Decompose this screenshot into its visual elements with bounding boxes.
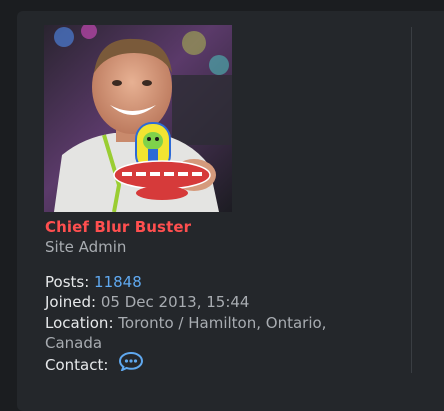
joined-label: Joined: (45, 293, 97, 311)
avatar-image (44, 25, 232, 212)
joined-value: 05 Dec 2013, 15:44 (100, 293, 250, 311)
location-row: Location: Toronto / Hamilton, Ontario, (45, 313, 326, 333)
contact-row: Contact: (45, 351, 144, 376)
posts-label: Posts: (45, 273, 90, 291)
contact-label: Contact: (45, 356, 109, 374)
joined-row: Joined: 05 Dec 2013, 15:44 (45, 292, 249, 312)
location-label: Location: (45, 314, 114, 332)
posts-row: Posts: 11848 (45, 272, 142, 292)
avatar[interactable] (44, 25, 232, 212)
page-background: Chief Blur Buster Site Admin Posts: 1184… (0, 0, 444, 411)
location-value: Toronto / Hamilton, Ontario, (118, 314, 327, 332)
profile-divider (411, 27, 412, 373)
posts-count-link[interactable]: 11848 (94, 273, 142, 291)
username[interactable]: Chief Blur Buster (45, 218, 191, 236)
speech-bubble-icon[interactable] (118, 351, 144, 376)
user-rank: Site Admin (45, 238, 127, 256)
location-value-continued: Canada (45, 334, 103, 352)
